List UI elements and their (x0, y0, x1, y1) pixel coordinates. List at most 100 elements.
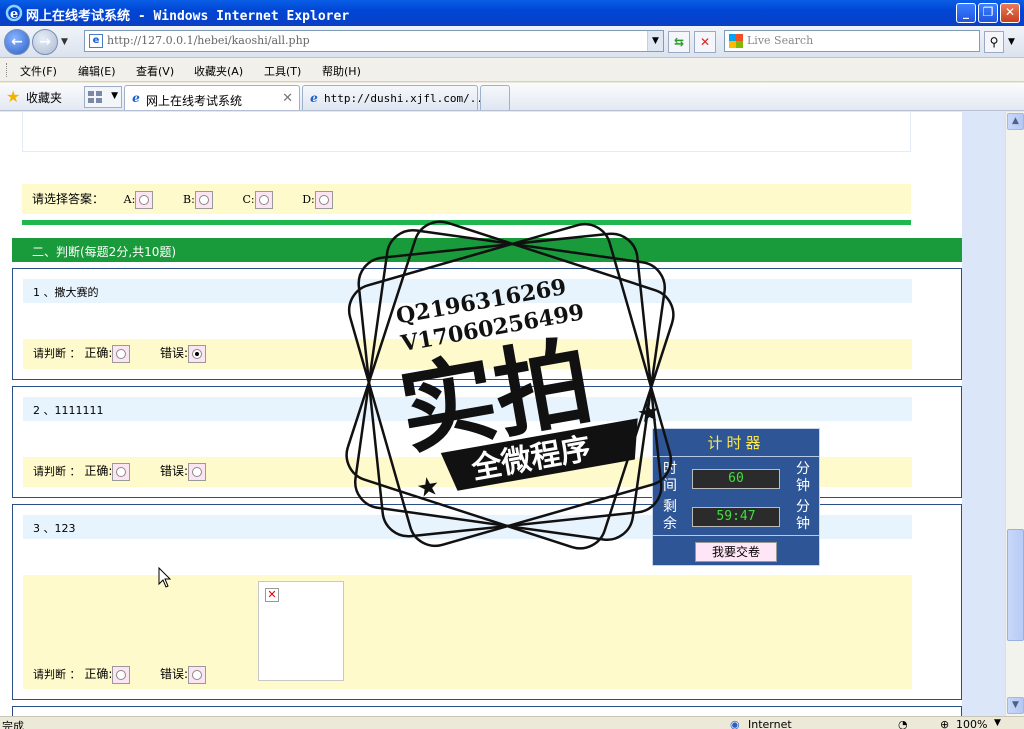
menu-view[interactable]: 查看(V) (136, 63, 174, 79)
favorites-star-icon[interactable]: ★ (6, 87, 20, 106)
zoom-level[interactable]: 100% (956, 718, 987, 729)
close-window-button[interactable]: ✕ (1000, 3, 1020, 23)
remaining-time-unit: 分钟 (796, 499, 810, 532)
refresh-icon: ⇆ (673, 35, 685, 49)
menu-edit[interactable]: 编辑(E) (78, 63, 116, 79)
judge-prefix: 请判断 ： (33, 668, 81, 681)
judge-prefix: 请判断 ： (33, 465, 81, 478)
broken-image-icon: ✕ (265, 588, 279, 602)
search-button[interactable]: ⚲ (984, 31, 1004, 53)
question-text-2: 2 、1111111 (23, 397, 912, 421)
tab-close-icon[interactable]: ✕ (282, 91, 293, 106)
svg-text:e: e (10, 7, 18, 22)
protected-mode-icon[interactable]: ◔ (898, 718, 908, 729)
favorites-bar: ★ 收藏夹 ▼ e 网上在线考试系统 ✕ e http://dushi.xjfl… (0, 83, 1024, 111)
forward-arrow-icon: → (39, 34, 51, 50)
stop-icon: ✕ (699, 35, 711, 49)
history-dropdown-icon[interactable]: ▼ (61, 37, 68, 47)
address-field[interactable]: e http://127.0.0.1/hebei/kaoshi/all.php … (84, 30, 664, 52)
minimize-button[interactable]: _ (956, 3, 976, 23)
window-titlebar: e 网上在线考试系统 - Windows Internet Explorer _… (0, 0, 1024, 26)
address-dropdown-icon[interactable]: ▼ (647, 31, 663, 51)
search-options-icon[interactable]: ▼ (1008, 37, 1015, 47)
answer-row-1: 请判断 ： 正确: 错误: (23, 339, 912, 369)
tab-list-dropdown-icon[interactable]: ▼ (111, 91, 118, 101)
timer-title: 计时器 (653, 429, 819, 457)
scroll-down-button[interactable]: ▼ (1007, 697, 1024, 714)
tab-dushi[interactable]: e http://dushi.xjfl.com/... (302, 85, 490, 110)
address-url[interactable]: http://127.0.0.1/hebei/kaoshi/all.php (107, 34, 310, 47)
wrong-label: 错误: (160, 346, 189, 360)
option-a-label: A: (123, 193, 136, 206)
total-time-unit: 分钟 (796, 461, 810, 494)
correct-label: 正确: (84, 464, 113, 478)
zoom-dropdown-icon[interactable]: ▼ (994, 718, 1001, 728)
q2-correct-radio[interactable] (112, 462, 131, 481)
option-b-radio[interactable] (194, 190, 213, 209)
question-card-1: 1 、撒大赛的 请判断 ： 正确: 错误: (12, 268, 962, 380)
back-button[interactable]: ← (4, 29, 30, 55)
page-content: 请选择答案： A: B: C: D: 二、判断(每题2分,共10题) 1 、撒大… (0, 112, 1005, 716)
option-a-radio[interactable] (135, 190, 154, 209)
search-placeholder: Live Search (747, 34, 814, 47)
submit-exam-button[interactable]: 我要交卷 (695, 542, 777, 562)
correct-label: 正确: (84, 346, 113, 360)
live-search-field[interactable]: Live Search (724, 30, 980, 52)
choice-prompt: 请选择答案： (32, 192, 105, 206)
ie-page-icon: e (310, 91, 318, 105)
favorites-label[interactable]: 收藏夹 (26, 89, 62, 106)
q3-correct-radio[interactable] (112, 665, 131, 684)
menu-help[interactable]: 帮助(H) (322, 63, 361, 79)
internet-zone-icon: ◉ (730, 718, 740, 729)
forward-button[interactable]: → (32, 29, 58, 55)
quick-tabs-icon (88, 91, 102, 103)
wrong-label: 错误: (160, 667, 189, 681)
section-divider (22, 220, 911, 225)
judgment-section-header: 二、判断(每题2分,共10题) (12, 238, 962, 262)
zone-label: Internet (748, 718, 792, 729)
judge-prefix: 请判断 ： (33, 347, 81, 360)
question-card-4 (12, 706, 962, 716)
answer-row-3: ✕ 请判断 ： 正确: 错误: (23, 575, 912, 689)
q1-wrong-radio[interactable] (188, 344, 207, 363)
page-left-margin (0, 112, 12, 716)
address-toolbar: ← → ▼ e http://127.0.0.1/hebei/kaoshi/al… (0, 26, 1024, 58)
q1-correct-radio[interactable] (112, 344, 131, 363)
judge-row-1: 请判断 ： 正确: 错误: (33, 344, 207, 363)
menu-favorites[interactable]: 收藏夹(A) (194, 63, 243, 79)
remaining-time-label: 剩余 (663, 499, 677, 532)
scroll-up-button[interactable]: ▲ (1007, 113, 1024, 130)
quick-tabs-button[interactable]: ▼ (84, 86, 122, 108)
refresh-button[interactable]: ⇆ (668, 31, 690, 53)
option-c-radio[interactable] (254, 190, 273, 209)
zoom-icon[interactable]: ⊕ (940, 718, 949, 729)
toolbar-grip (6, 63, 9, 77)
mouse-cursor-icon (158, 567, 172, 588)
status-bar: 完成 ◉ Internet ◔ ⊕ 100% ▼ (0, 716, 1024, 729)
scroll-thumb[interactable] (1007, 529, 1024, 641)
remaining-time-value: 59:47 (692, 507, 780, 527)
menu-tools[interactable]: 工具(T) (264, 63, 301, 79)
timer-divider (653, 535, 819, 536)
correct-label: 正确: (84, 667, 113, 681)
q3-wrong-radio[interactable] (188, 665, 207, 684)
restore-button[interactable]: ❐ (978, 3, 998, 23)
q2-wrong-radio[interactable] (188, 462, 207, 481)
option-d-radio[interactable] (314, 190, 333, 209)
tab-label: http://dushi.xjfl.com/... (324, 92, 490, 105)
tab-exam-system[interactable]: e 网上在线考试系统 ✕ (124, 85, 300, 110)
vertical-scrollbar[interactable]: ▲ ▼ (1005, 112, 1024, 716)
menu-file[interactable]: 文件(F) (20, 63, 57, 79)
judge-row-2: 请判断 ： 正确: 错误: (33, 462, 207, 481)
back-arrow-icon: ← (11, 34, 23, 50)
new-tab-button[interactable] (480, 85, 510, 110)
ie-logo-icon: e (5, 4, 23, 22)
wrong-label: 错误: (160, 464, 189, 478)
exam-timer-panel: 计时器 时间 60 分钟 剩余 59:47 分钟 我要交卷 (652, 428, 820, 566)
exam-frame: 请选择答案： A: B: C: D: 二、判断(每题2分,共10题) 1 、撒大… (12, 112, 962, 716)
option-d-label: D: (302, 193, 315, 206)
status-text: 完成 (2, 720, 24, 729)
page-right-margin (962, 112, 1005, 716)
stop-button[interactable]: ✕ (694, 31, 716, 53)
option-b-label: B: (182, 193, 195, 206)
